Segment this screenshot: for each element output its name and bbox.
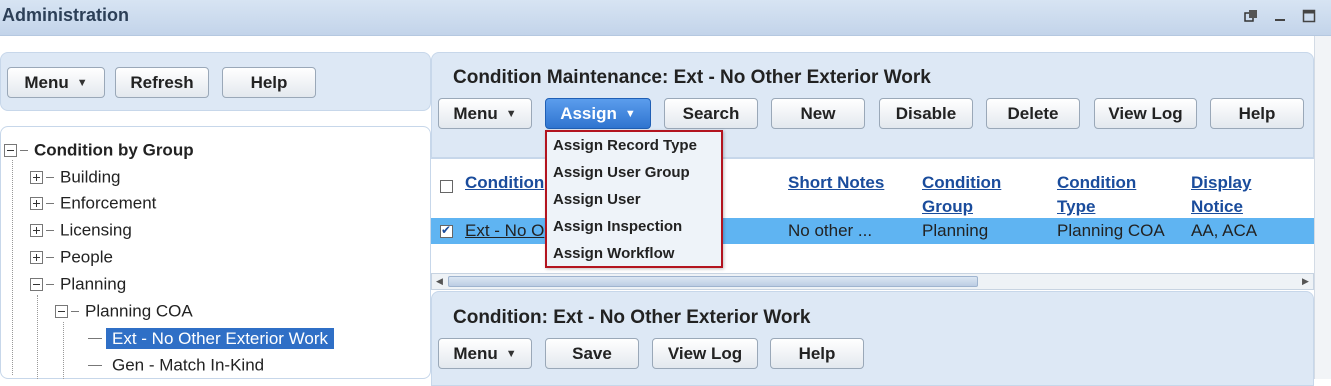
- menu-caret-icon: ▼: [505, 347, 517, 360]
- column-header-display-notice[interactable]: Display Notice: [1191, 171, 1251, 219]
- scrollbar-thumb[interactable]: [448, 276, 978, 287]
- assign-dropdown-menu: Assign Record Type Assign User Group Ass…: [545, 130, 723, 268]
- left-menu-label: Menu: [24, 72, 69, 92]
- tree-guide-line: [37, 295, 38, 379]
- column-header-text: Display: [1191, 173, 1252, 192]
- window-titlebar: Administration: [0, 0, 1331, 36]
- assign-label: Assign: [560, 103, 617, 123]
- menu-item-assign-inspection[interactable]: Assign Inspection: [553, 216, 682, 238]
- cell-group: Planning: [922, 221, 989, 240]
- tree-root-label: Condition by Group: [34, 140, 194, 160]
- tree-guide-line: [63, 322, 64, 379]
- menu-item-assign-workflow[interactable]: Assign Workflow: [553, 243, 674, 265]
- view-log-button[interactable]: View Log: [1094, 98, 1197, 129]
- detail-title: Condition: Ext - No Other Exterior Work: [453, 307, 811, 328]
- expand-icon[interactable]: [30, 197, 43, 211]
- tree-connector: [46, 284, 54, 286]
- left-help-button[interactable]: Help: [222, 67, 316, 98]
- tree-leaf-ext-no-other-exterior-work[interactable]: Ext - No Other Exterior Work: [88, 327, 335, 349]
- new-button[interactable]: New: [771, 98, 865, 129]
- left-menu-button[interactable]: Menu ▼: [7, 67, 105, 98]
- column-header-text: Condition: [465, 173, 545, 192]
- minimize-icon[interactable]: [1272, 8, 1288, 24]
- window-vertical-scrollbar[interactable]: [1314, 36, 1331, 379]
- maintenance-menu-button[interactable]: Menu ▼: [438, 98, 532, 129]
- collapse-icon[interactable]: [55, 305, 68, 319]
- row-checkbox[interactable]: [440, 223, 453, 238]
- maximize-icon[interactable]: [1301, 8, 1317, 24]
- save-button[interactable]: Save: [545, 338, 639, 369]
- menu-caret-icon: ▼: [76, 76, 88, 89]
- tree-leaf-label: Gen - Match In-Kind: [112, 355, 265, 375]
- tree-item-label: People: [60, 247, 113, 267]
- collapse-icon[interactable]: [30, 278, 43, 292]
- menu-item-assign-record-type[interactable]: Assign Record Type: [553, 135, 697, 157]
- scroll-left-icon[interactable]: ◀: [432, 274, 447, 289]
- assign-caret-icon: ▼: [624, 107, 636, 120]
- tree-leaf-gen-match-in-kind[interactable]: Gen - Match In-Kind: [88, 354, 264, 376]
- table-horizontal-scrollbar[interactable]: ◀ ▶: [431, 273, 1314, 290]
- tree-guide-line: [12, 160, 13, 375]
- tree-connector: [20, 150, 28, 152]
- restore-icon[interactable]: [1243, 8, 1259, 24]
- expand-icon[interactable]: [30, 224, 43, 238]
- search-button[interactable]: Search: [664, 98, 758, 129]
- tree-item-label: Licensing: [60, 220, 132, 240]
- tree-item-planning-coa[interactable]: Planning COA: [55, 300, 193, 322]
- tree-connector: [71, 311, 79, 313]
- tree-connector: [46, 257, 54, 259]
- menu-item-assign-user[interactable]: Assign User: [553, 189, 641, 211]
- tree-item-people[interactable]: People: [30, 246, 113, 268]
- expand-icon[interactable]: [30, 251, 43, 265]
- column-header-text: Notice: [1191, 197, 1243, 216]
- tree-connector: [88, 365, 102, 367]
- maintenance-help-button[interactable]: Help: [1210, 98, 1304, 129]
- column-header-text: Condition: [1057, 173, 1137, 192]
- menu-item-assign-user-group[interactable]: Assign User Group: [553, 162, 690, 184]
- select-all-checkbox[interactable]: [440, 180, 453, 193]
- tree-connector: [46, 203, 54, 205]
- tree-connector: [46, 230, 54, 232]
- column-header-condition[interactable]: Condition: [465, 171, 544, 195]
- cell-short-notes: No other ...: [788, 221, 873, 240]
- maintenance-title: Condition Maintenance: Ext - No Other Ex…: [453, 67, 931, 88]
- tree-item-licensing[interactable]: Licensing: [30, 219, 132, 241]
- tree-connector: [88, 338, 102, 340]
- column-header-short-notes[interactable]: Short Notes: [788, 171, 884, 195]
- column-header-text: Type: [1057, 197, 1096, 216]
- detail-menu-button[interactable]: Menu ▼: [438, 338, 532, 369]
- tree-item-building[interactable]: Building: [30, 166, 121, 188]
- cell-notice: AA, ACA: [1191, 221, 1258, 240]
- disable-button[interactable]: Disable: [879, 98, 973, 129]
- assign-button[interactable]: Assign ▼: [545, 98, 651, 129]
- expand-icon[interactable]: [30, 171, 43, 185]
- tree-item-enforcement[interactable]: Enforcement: [30, 192, 156, 214]
- menu-caret-icon: ▼: [505, 107, 517, 120]
- tree-root[interactable]: Condition by Group: [4, 139, 194, 161]
- cell-type: Planning COA: [1057, 221, 1165, 240]
- tree-item-label: Planning COA: [85, 301, 193, 321]
- tree-connector: [46, 177, 54, 179]
- tree-item-label: Building: [60, 167, 121, 187]
- column-header-text: Short Notes: [788, 173, 885, 192]
- tree-leaf-label: Ext - No Other Exterior Work: [106, 327, 335, 349]
- window-title: Administration: [2, 5, 130, 25]
- delete-button[interactable]: Delete: [986, 98, 1080, 129]
- tree-item-label: Enforcement: [60, 193, 157, 213]
- detail-menu-label: Menu: [453, 343, 498, 363]
- column-header-condition-type[interactable]: Condition Type: [1057, 171, 1136, 219]
- cell-condition[interactable]: Ext - No O: [465, 218, 544, 244]
- refresh-button[interactable]: Refresh: [115, 67, 209, 98]
- detail-view-log-button[interactable]: View Log: [652, 338, 758, 369]
- maintenance-menu-label: Menu: [453, 103, 498, 123]
- column-header-text: Condition: [922, 173, 1002, 192]
- tree-item-label: Planning: [60, 274, 127, 294]
- scroll-right-icon[interactable]: ▶: [1298, 274, 1313, 289]
- column-header-text: Group: [922, 197, 973, 216]
- detail-help-button[interactable]: Help: [770, 338, 864, 369]
- collapse-icon[interactable]: [4, 144, 17, 158]
- column-header-condition-group[interactable]: Condition Group: [922, 171, 1001, 219]
- tree-item-planning[interactable]: Planning: [30, 273, 126, 295]
